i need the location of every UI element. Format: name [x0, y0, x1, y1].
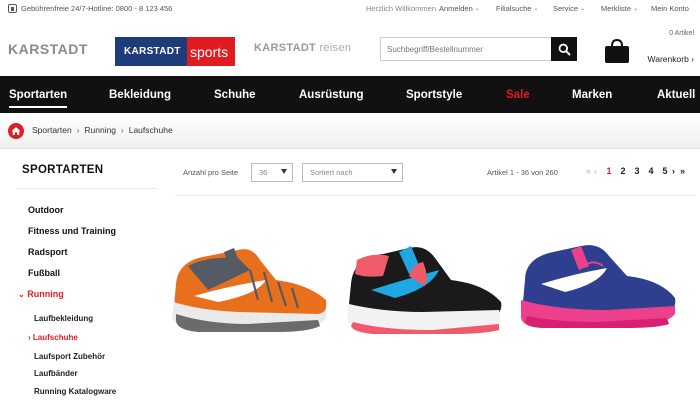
cart-label: Warenkorb ›	[647, 54, 694, 64]
result-range: Artikel 1 - 36 von 260	[487, 168, 558, 177]
sidebar-subitem-katalogware[interactable]: Running Katalogware	[34, 387, 116, 396]
cart-count: 0 Artikel	[669, 30, 694, 37]
breadcrumb-item[interactable]: Running	[84, 125, 116, 135]
nav-item-aktuell[interactable]: Aktuell	[657, 76, 695, 113]
main-nav: Sportarten Bekleidung Schuhe Ausrüstung …	[0, 76, 700, 113]
sidebar-subitem-zubehoer[interactable]: Laufsport Zubehör	[34, 352, 105, 361]
product-image	[347, 246, 502, 334]
sort-select[interactable]: Sortiert nach	[302, 163, 403, 182]
chevron-right-icon: ›	[121, 125, 124, 135]
home-icon[interactable]	[8, 123, 24, 139]
cart[interactable]: 0 Artikel Warenkorb ›	[603, 30, 700, 70]
per-page-label: Anzahl pro Seite	[183, 168, 239, 177]
product-card[interactable]	[168, 240, 328, 335]
sidebar-divider	[16, 188, 156, 189]
karstadt-logo[interactable]: KARSTADT	[8, 41, 88, 57]
reisen-logo-light: reisen	[319, 42, 352, 54]
sidebar-subitem-laufbekleidung[interactable]: Laufbekleidung	[34, 314, 93, 323]
sidebar-title: SPORTARTEN	[22, 164, 104, 176]
page-link[interactable]: 3	[630, 166, 644, 176]
chevron-down-icon: ⌄	[533, 6, 539, 12]
store-finder-label: Filialsuche	[496, 4, 532, 13]
page-link[interactable]: 4	[644, 166, 658, 176]
product-image	[521, 245, 676, 328]
search-input[interactable]	[381, 38, 551, 60]
shopping-bag-icon	[605, 38, 629, 63]
search-icon	[558, 43, 571, 56]
sidebar-item-radsport[interactable]: Radsport	[28, 247, 68, 257]
chevron-right-icon: ›	[28, 333, 31, 342]
nav-item-ausruestung[interactable]: Ausrüstung	[299, 76, 364, 113]
top-utility-bar: Gebührenfreie 24/7-Hotline: 0800 - 8 123…	[0, 0, 700, 18]
nav-item-sale[interactable]: Sale	[506, 76, 530, 113]
login-link[interactable]: Anmelden ⌄	[439, 4, 480, 13]
page-link[interactable]: 5	[658, 166, 672, 176]
product-card[interactable]	[517, 240, 677, 335]
first-page-icon[interactable]: «	[586, 166, 594, 176]
chevron-right-icon: ›	[76, 125, 80, 135]
search-button[interactable]	[551, 37, 577, 61]
hotline-text: Gebührenfreie 24/7-Hotline: 0800 - 8 123…	[21, 4, 173, 13]
login-label: Anmelden	[439, 4, 473, 13]
account-link[interactable]: Mein Konto	[651, 4, 689, 13]
chevron-down-icon: ⌄	[18, 290, 25, 299]
sidebar-subitem-laufschuhe[interactable]: › Laufschuhe	[28, 333, 78, 342]
welcome-text: Herzlich Willkommen	[366, 4, 436, 13]
chevron-down-icon: ⌄	[474, 6, 480, 12]
last-page-icon[interactable]: »	[680, 166, 688, 176]
next-page-icon[interactable]: ›	[672, 166, 680, 176]
page-link[interactable]: 2	[616, 166, 630, 176]
chevron-down-icon: ⌄	[633, 6, 639, 12]
search-box	[380, 37, 577, 61]
store-finder-link[interactable]: Filialsuche ⌄	[496, 4, 538, 13]
phone-icon	[8, 4, 17, 13]
welcome-label: Herzlich Willkommen	[366, 4, 437, 13]
service-label: Service	[553, 4, 579, 13]
dropdown-caret-icon	[281, 169, 287, 174]
breadcrumb-item-current: Laufschuhe	[128, 125, 173, 135]
service-link[interactable]: Service ⌄	[553, 4, 585, 13]
wishlist-link[interactable]: Merkliste ⌄	[601, 4, 638, 13]
breadcrumb-item[interactable]: Sportarten	[32, 125, 72, 135]
product-card[interactable]	[343, 240, 503, 335]
account-label: Mein Konto	[651, 4, 689, 13]
per-page-select[interactable]: 36	[251, 163, 293, 182]
listing-toolbar: Anzahl pro Seite 36 Sortiert nach Artike…	[175, 160, 695, 188]
breadcrumb: Sportarten › Running › Laufschuhe	[0, 113, 700, 149]
sort-value: Sortiert nach	[310, 168, 353, 177]
logo-bar: KARSTADT KARSTADT sports KARSTADT reisen…	[0, 22, 700, 72]
prev-page-icon[interactable]: ‹	[594, 166, 602, 176]
per-page-value: 36	[259, 168, 268, 177]
product-image	[172, 248, 327, 332]
nav-item-marken[interactable]: Marken	[572, 76, 612, 113]
nav-item-sportarten[interactable]: Sportarten	[9, 76, 68, 113]
nav-item-schuhe[interactable]: Schuhe	[214, 76, 256, 113]
sidebar-item-running[interactable]: ⌄ Running	[18, 289, 64, 299]
wishlist-label: Merkliste	[601, 4, 632, 13]
sidebar-subitem-laufschuhe-label: Laufschuhe	[32, 333, 78, 342]
sidebar-item-outdoor[interactable]: Outdoor	[28, 205, 64, 215]
sports-logo-left: KARSTADT	[115, 37, 187, 66]
sidebar-item-fussball[interactable]: Fußball	[28, 268, 60, 278]
nav-item-sportstyle[interactable]: Sportstyle	[406, 76, 462, 113]
dropdown-caret-icon	[391, 169, 397, 174]
chevron-down-icon: ⌄	[580, 6, 586, 12]
sports-logo-right: sports	[187, 37, 235, 66]
karstadt-sports-logo[interactable]: KARSTADT sports	[115, 37, 235, 66]
nav-item-bekleidung[interactable]: Bekleidung	[109, 76, 171, 113]
sidebar-subitem-laufbaender[interactable]: Laufbänder	[34, 369, 78, 378]
sidebar-item-running-label: Running	[27, 289, 64, 299]
toolbar-divider	[175, 195, 695, 196]
reisen-logo-bold: KARSTADT	[254, 42, 317, 54]
category-sidebar: SPORTARTEN Outdoor Fitness und Training …	[8, 152, 156, 400]
pagination: « ‹ 1 2 3 4 5 › »	[586, 166, 688, 176]
karstadt-reisen-logo[interactable]: KARSTADT reisen	[254, 42, 351, 54]
hotline: Gebührenfreie 24/7-Hotline: 0800 - 8 123…	[8, 4, 172, 13]
breadcrumb-trail: Sportarten › Running › Laufschuhe	[32, 125, 173, 135]
page-link-current[interactable]: 1	[602, 166, 616, 176]
sidebar-item-fitness[interactable]: Fitness und Training	[28, 226, 116, 236]
